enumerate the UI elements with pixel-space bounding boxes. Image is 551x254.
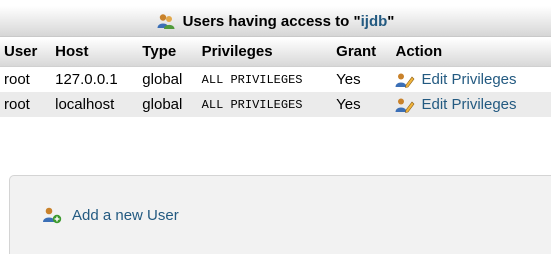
title-db-name[interactable]: ijdb bbox=[361, 13, 388, 30]
cell-host: localhost bbox=[51, 92, 139, 117]
header-user: User bbox=[0, 38, 52, 67]
edit-privileges-link[interactable]: Edit Privileges bbox=[395, 71, 547, 88]
users-icon bbox=[157, 14, 175, 29]
cell-user: root bbox=[0, 92, 52, 117]
header-privileges: Privileges bbox=[197, 38, 333, 67]
header-grant: Grant bbox=[332, 38, 392, 67]
table-row: root localhost global ALL PRIVILEGES Yes… bbox=[0, 92, 551, 117]
cell-grant: Yes bbox=[332, 92, 392, 117]
header-action: Action bbox=[391, 38, 551, 67]
edit-privileges-icon bbox=[395, 73, 415, 88]
title-open-quote: " bbox=[353, 12, 361, 30]
cell-privileges: ALL PRIVILEGES bbox=[197, 92, 333, 117]
cell-grant: Yes bbox=[332, 66, 392, 92]
cell-host: 127.0.0.1 bbox=[51, 66, 139, 92]
cell-user: root bbox=[0, 66, 52, 92]
cell-type: global bbox=[138, 92, 198, 117]
cell-action: Edit Privileges bbox=[391, 66, 551, 92]
cell-action: Edit Privileges bbox=[391, 92, 551, 117]
header-host: Host bbox=[51, 38, 139, 67]
add-user-link[interactable]: Add a new User bbox=[42, 206, 179, 224]
edit-privileges-label: Edit Privileges bbox=[421, 71, 517, 88]
add-user-fieldset: Add a new User bbox=[9, 175, 551, 254]
add-user-icon bbox=[43, 207, 62, 224]
edit-privileges-label: Edit Privileges bbox=[421, 96, 517, 113]
header-type: Type bbox=[138, 38, 198, 67]
title-close-quote: " bbox=[387, 12, 395, 30]
add-user-label: Add a new User bbox=[72, 206, 179, 224]
edit-privileges-icon bbox=[395, 98, 415, 113]
table-header-row: User Host Type Privileges Grant Action bbox=[0, 38, 551, 67]
edit-privileges-link[interactable]: Edit Privileges bbox=[395, 96, 547, 113]
cell-type: global bbox=[138, 66, 198, 92]
cell-privileges: ALL PRIVILEGES bbox=[197, 66, 333, 92]
panel-title: Users having access to " ijdb " bbox=[0, 6, 551, 37]
users-table: User Host Type Privileges Grant Action r… bbox=[0, 38, 551, 117]
title-prefix: Users having access to bbox=[182, 12, 350, 30]
table-row: root 127.0.0.1 global ALL PRIVILEGES Yes… bbox=[0, 66, 551, 92]
